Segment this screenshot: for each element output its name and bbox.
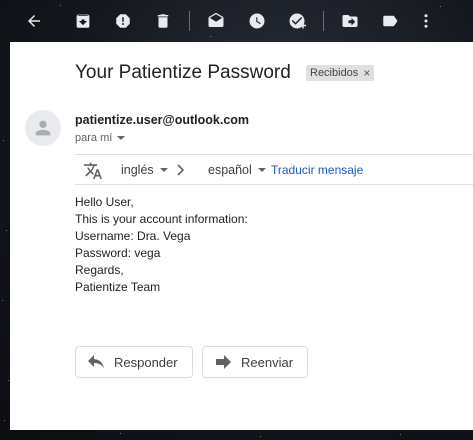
reply-icon xyxy=(88,355,104,368)
chevron-right-icon xyxy=(175,163,187,177)
more-options-icon[interactable] xyxy=(414,9,438,33)
translate-icon xyxy=(83,161,103,179)
add-task-icon[interactable] xyxy=(285,9,309,33)
chevron-down-icon[interactable] xyxy=(117,136,126,140)
avatar[interactable] xyxy=(25,110,61,146)
recipient-details[interactable]: para mí xyxy=(75,132,126,144)
forward-label: Reenviar xyxy=(241,354,294,370)
recipient-label: para mí xyxy=(75,132,113,144)
label-icon[interactable] xyxy=(378,9,402,33)
source-language-dropdown[interactable]: inglés xyxy=(121,163,168,177)
sender-email[interactable]: patientize.user@outlook.com xyxy=(75,113,249,127)
message-line: Hello User, xyxy=(75,195,134,209)
source-language-label: inglés xyxy=(121,163,154,177)
snooze-icon[interactable] xyxy=(245,9,269,33)
mark-unread-icon[interactable] xyxy=(204,9,228,33)
message-line: Username: Dra. Vega xyxy=(75,229,191,243)
forward-button[interactable]: Reenviar xyxy=(202,346,309,378)
message-line: This is your account information: xyxy=(75,212,248,226)
target-language-label: español xyxy=(208,163,252,177)
chevron-down-icon xyxy=(257,168,266,172)
report-spam-icon[interactable] xyxy=(111,9,135,33)
email-subject: Your Patientize Password xyxy=(75,62,291,83)
archive-icon[interactable] xyxy=(71,9,95,33)
email-card: Your Patientize Password Recibidos × pat… xyxy=(10,42,473,430)
message-line: Password: vega xyxy=(75,246,161,260)
message-line: Regards, xyxy=(75,263,124,277)
translate-bar: inglés español Traducir mensaje xyxy=(75,154,473,185)
toolbar xyxy=(0,0,473,42)
target-language-dropdown[interactable]: español xyxy=(208,163,266,177)
forward-icon xyxy=(216,355,231,369)
delete-icon[interactable] xyxy=(151,9,175,33)
message-line: Patientize Team xyxy=(75,280,161,294)
translate-message-link[interactable]: Traducir mensaje xyxy=(271,163,363,177)
message-body: Hello User, This is your account informa… xyxy=(75,194,248,296)
reply-label: Responder xyxy=(114,354,178,370)
chevron-down-icon xyxy=(159,168,168,172)
label-chip-text: Recibidos xyxy=(310,67,359,79)
toolbar-divider xyxy=(323,11,324,31)
back-arrow-icon[interactable] xyxy=(22,9,46,33)
person-icon xyxy=(35,120,51,136)
toolbar-divider xyxy=(189,11,190,31)
remove-label-button[interactable]: × xyxy=(363,66,370,80)
inbox-label-chip: Recibidos × xyxy=(306,65,375,81)
move-to-icon[interactable] xyxy=(338,9,362,33)
reply-button[interactable]: Responder xyxy=(75,346,193,378)
